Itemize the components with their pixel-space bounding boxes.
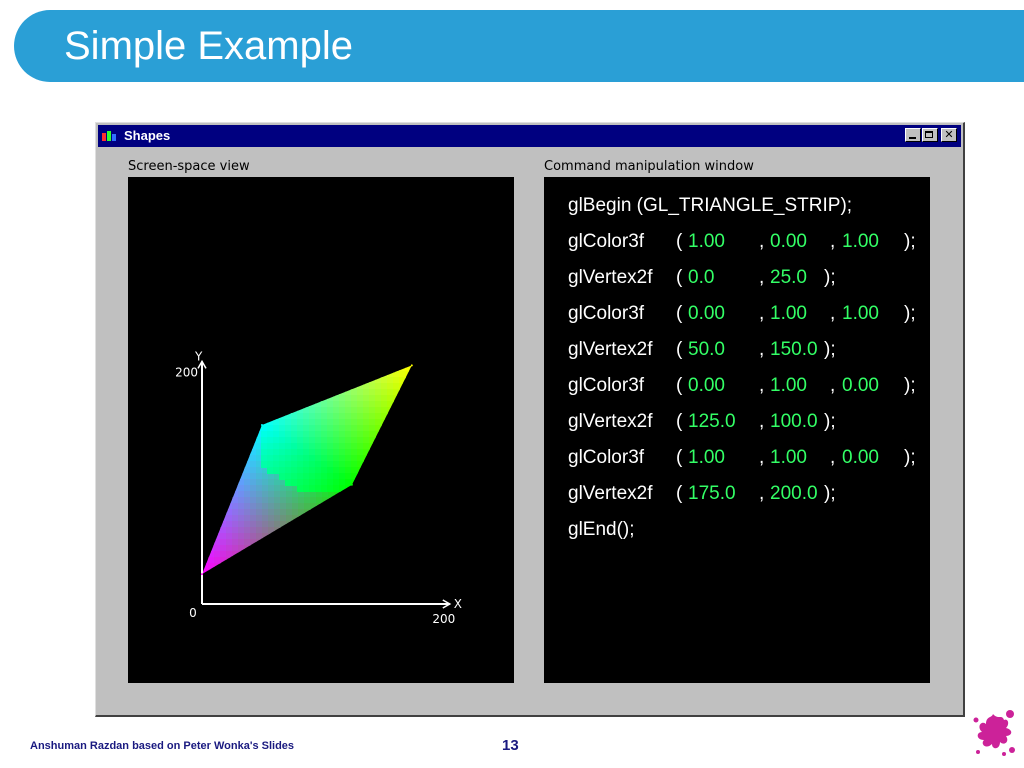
paint-splat-icon (973, 710, 1015, 756)
code-close-paren: ); (904, 303, 916, 324)
code-open-paren: ( (676, 267, 683, 288)
code-statement: glBegin (GL_TRIANGLE_STRIP); (568, 195, 853, 216)
code-separator: , (830, 303, 836, 324)
screen-space-canvas: Y X 200 200 0 (175, 349, 462, 626)
code-close-paren: ); (824, 267, 836, 288)
slide-title: Simple Example (64, 24, 354, 68)
code-value[interactable]: 150.0 (770, 339, 818, 361)
code-function-name: glVertex2f (568, 339, 653, 360)
code-open-paren: ( (676, 447, 683, 468)
footer-credit: Anshuman Razdan based on Peter Wonka's S… (30, 740, 295, 752)
maximize-button[interactable] (922, 128, 938, 142)
code-value[interactable]: 0.00 (688, 303, 725, 325)
code-value[interactable]: 1.00 (842, 231, 879, 253)
code-open-paren: ( (676, 303, 683, 324)
code-value[interactable]: 1.00 (770, 375, 807, 397)
origin-label: 0 (189, 606, 197, 620)
code-function-name: glVertex2f (568, 411, 653, 432)
maximize-icon (925, 131, 933, 138)
vertex-2 (350, 483, 353, 486)
page-number: 13 (502, 737, 519, 754)
code-separator: , (759, 303, 765, 324)
code-function-name: glColor3f (568, 231, 645, 252)
close-icon: ✕ (944, 128, 954, 141)
code-value[interactable]: 1.00 (688, 447, 725, 469)
code-separator: , (759, 411, 765, 432)
code-value[interactable]: 175.0 (688, 483, 736, 505)
code-function-name: glVertex2f (568, 483, 653, 504)
window-titlebar[interactable]: Shapes ✕ (98, 125, 961, 147)
y-axis-max-label: 200 (175, 365, 198, 379)
code-value[interactable]: 1.00 (842, 303, 879, 325)
code-value[interactable]: 25.0 (770, 267, 807, 289)
code-open-paren: ( (676, 339, 683, 360)
code-open-paren: ( (676, 483, 683, 504)
window-title: Shapes (124, 128, 171, 143)
code-value[interactable]: 0.00 (842, 447, 879, 469)
code-function-name: glColor3f (568, 375, 645, 396)
slide-title-bar: Simple Example (14, 10, 1024, 82)
vertex-0 (201, 573, 203, 576)
code-separator: , (830, 231, 836, 252)
code-value[interactable]: 0.00 (770, 231, 807, 253)
command-manipulation-window[interactable]: glBegin (GL_TRIANGLE_STRIP); glColor3f (1.… (544, 177, 930, 683)
screen-space-view[interactable]: Y X 200 200 0 (128, 177, 514, 683)
code-function-name: glVertex2f (568, 267, 653, 288)
x-axis-max-label: 200 (432, 612, 455, 626)
code-separator: , (759, 375, 765, 396)
code-separator: , (759, 483, 765, 504)
code-statement: glEnd(); (568, 519, 635, 540)
code-close-paren: ); (824, 411, 836, 432)
code-function-name: glColor3f (568, 447, 645, 468)
code-value[interactable]: 1.00 (688, 231, 725, 253)
code-value[interactable]: 0.00 (842, 375, 879, 397)
code-close-paren: ); (904, 375, 916, 396)
code-value[interactable]: 0.00 (688, 375, 725, 397)
code-value[interactable]: 125.0 (688, 411, 736, 433)
shapes-window: Shapes ✕ Screen-space view Command manip… (95, 122, 965, 717)
close-button[interactable]: ✕ (941, 128, 957, 142)
code-value[interactable]: 0.0 (688, 267, 714, 289)
code-open-paren: ( (676, 231, 683, 252)
screen-space-label: Screen-space view (128, 159, 250, 174)
code-value[interactable]: 1.00 (770, 303, 807, 325)
code-separator: , (759, 447, 765, 468)
code-open-paren: ( (676, 375, 683, 396)
code-value[interactable]: 50.0 (688, 339, 725, 361)
code-function-name: glColor3f (568, 303, 645, 324)
code-close-paren: ); (904, 231, 916, 252)
minimize-button[interactable] (905, 128, 921, 142)
code-separator: , (759, 231, 765, 252)
triangle-strip (202, 365, 412, 575)
code-separator: , (759, 339, 765, 360)
minimize-icon (909, 137, 916, 139)
command-window-label: Command manipulation window (544, 159, 754, 174)
code-value[interactable]: 100.0 (770, 411, 818, 433)
code-value[interactable]: 1.00 (770, 447, 807, 469)
code-value[interactable]: 200.0 (770, 483, 818, 505)
y-axis-label: Y (194, 349, 203, 363)
code-separator: , (830, 375, 836, 396)
x-axis-label: X (454, 597, 462, 611)
vertex-3 (410, 364, 413, 367)
opengl-shapes-icon (102, 131, 116, 141)
code-separator: , (830, 447, 836, 468)
vertex-1 (260, 424, 263, 427)
code-close-paren: ); (824, 483, 836, 504)
code-close-paren: ); (824, 339, 836, 360)
code-open-paren: ( (676, 411, 683, 432)
code-separator: , (759, 267, 765, 288)
code-close-paren: ); (904, 447, 916, 468)
